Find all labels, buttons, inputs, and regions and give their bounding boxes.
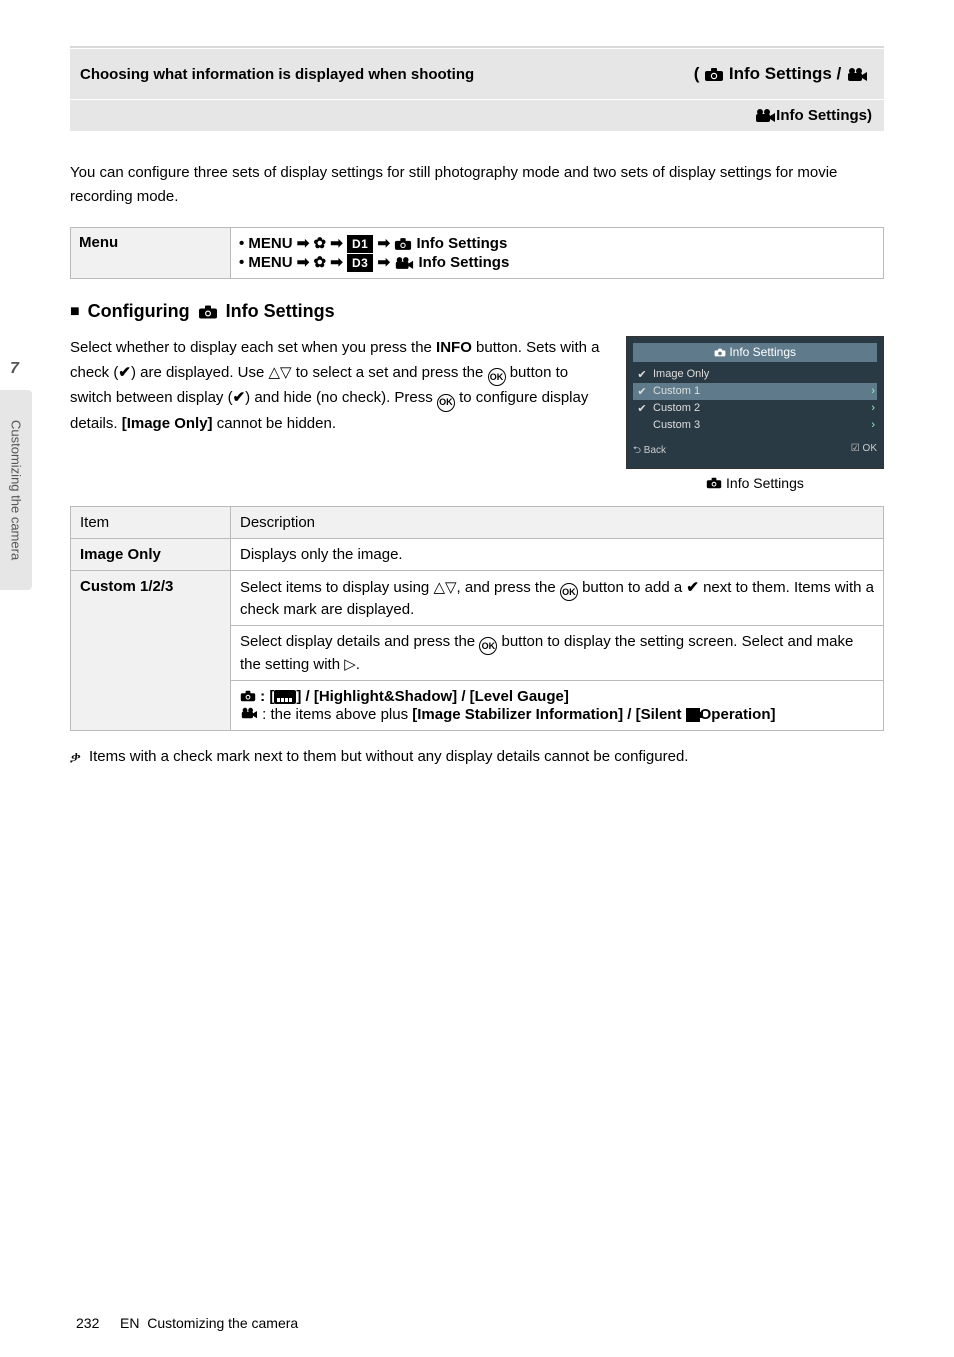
preview-back-label: ⮌ Back	[633, 443, 666, 460]
triangle-right-icon: ▷	[344, 656, 356, 673]
movie-icon	[846, 67, 868, 82]
screen-preview: Info Settings ✔Image Only ✔Custom 1› ✔Cu…	[626, 336, 884, 492]
chevron-right-icon: ›	[871, 419, 875, 431]
preview-row: ✔Custom 1›	[633, 383, 877, 400]
chevron-right-icon: ›	[871, 402, 875, 414]
ok-button-icon: OK	[437, 394, 455, 412]
ok-button-icon: OK	[488, 368, 506, 386]
ok-button-icon: OK	[479, 637, 497, 655]
menu-label: Menu	[71, 228, 231, 279]
up-down-icon: △▽	[269, 364, 292, 381]
camera-icon	[198, 304, 218, 320]
table-row-desc: Displays only the image.	[231, 539, 884, 571]
preview-row: Custom 3›	[633, 417, 877, 433]
preview-row: ✔Image Only	[633, 366, 877, 383]
histogram-icon	[274, 690, 296, 704]
table-row-desc: : [] / [Highlight&Shadow] / [Level Gauge…	[231, 681, 884, 731]
chevron-right-icon: ›	[871, 385, 875, 397]
title-bar: Choosing what information is displayed w…	[70, 46, 884, 131]
tab-d1-badge: D1	[347, 235, 373, 253]
side-tab-label: Customizing the camera	[0, 390, 32, 590]
table-row-label: Image Only	[71, 539, 231, 571]
footer-label: EN Customizing the camera	[120, 1315, 298, 1331]
menu-table: Menu • MENU ➡ ➡ D1 ➡ Info Settings • MEN…	[70, 227, 884, 279]
camera-icon	[240, 689, 256, 706]
preview-caption: Info Settings	[626, 475, 884, 492]
camera-icon	[704, 67, 724, 82]
check-icon: ✔	[233, 389, 246, 406]
preview-row: ✔Custom 2›	[633, 400, 877, 417]
camera-icon	[714, 346, 726, 360]
table-row-desc: Select display details and press the OK …	[231, 626, 884, 681]
gear-icon	[314, 235, 327, 252]
movie-icon	[240, 706, 258, 723]
preview-ok-label: ☑ OK	[851, 443, 877, 460]
check-icon: ✔	[118, 364, 131, 381]
tab-d3-badge: D3	[347, 254, 373, 272]
square-bullet-icon: ■	[70, 303, 80, 321]
tip-icon: ቃ	[70, 746, 81, 770]
page-number: 232	[76, 1315, 99, 1331]
tip-note: ቃ Items with a check mark next to them b…	[70, 745, 884, 770]
ok-button-icon: OK	[560, 583, 578, 601]
section-heading: ■ Configuring Info Settings	[70, 301, 884, 322]
camera-icon	[706, 476, 722, 492]
config-area: Select whether to display each set when …	[70, 336, 884, 492]
live-view-button-icon	[686, 708, 700, 722]
movie-icon	[754, 108, 776, 123]
intro-paragraph: You can configure three sets of display …	[70, 161, 884, 209]
up-down-icon: △▽	[433, 579, 456, 596]
preview-title: Info Settings	[633, 343, 877, 362]
movie-icon	[394, 256, 414, 270]
gear-icon	[314, 254, 327, 271]
table-header: Item	[71, 507, 231, 539]
camera-icon	[394, 237, 412, 251]
table-row-label: Custom 1/2/3	[71, 571, 231, 731]
display-settings-table: Item Description Image Only Displays onl…	[70, 506, 884, 731]
config-paragraph: Select whether to display each set when …	[70, 336, 612, 436]
table-row-desc: Select items to display using △▽, and pr…	[231, 571, 884, 626]
menu-details: • MENU ➡ ➡ D1 ➡ Info Settings • MENU ➡ ➡…	[231, 228, 884, 279]
title-text: Choosing what information is displayed w…	[80, 66, 474, 83]
side-section-number: 7	[10, 360, 19, 378]
table-header: Description	[231, 507, 884, 539]
check-icon: ✔	[686, 579, 699, 596]
